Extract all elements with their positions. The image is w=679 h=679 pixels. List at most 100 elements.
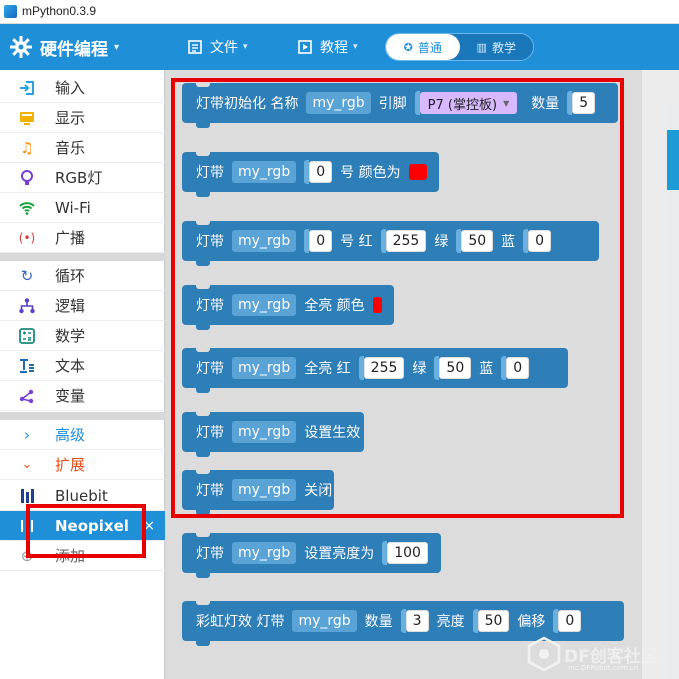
category-variable[interactable]: 变量 (0, 381, 165, 411)
count-slot: 5 (567, 91, 596, 115)
normal-mode-button[interactable]: ✪ 普通 (386, 34, 460, 60)
category-input[interactable]: 输入 (0, 73, 165, 103)
tutorial-icon (296, 38, 314, 56)
bluebit-icon (16, 485, 38, 507)
green-slot: 50 (456, 229, 494, 253)
category-rgb[interactable]: RGB灯 (0, 163, 165, 193)
block-text: 数量 (364, 614, 393, 630)
text-icon (16, 355, 38, 377)
red-input[interactable]: 255 (363, 357, 405, 379)
index-input[interactable]: 0 (309, 161, 333, 183)
count-input[interactable]: 3 (405, 610, 429, 632)
index-input[interactable]: 0 (309, 230, 333, 252)
category-sidebar: 输入 显示 ♫ 音乐 RGB灯 Wi-Fi (•) 广播 ↻ 循环 逻辑 数学 … (0, 70, 165, 679)
panel-scrollbar[interactable] (667, 130, 679, 190)
category-extensions[interactable]: ⌄ 扩展 (0, 450, 165, 480)
variable-dropdown[interactable]: my_rgb (232, 230, 297, 252)
category-loop[interactable]: ↻ 循环 (0, 261, 165, 291)
mode-menu[interactable]: 硬件编程 ▾ (8, 33, 119, 61)
fill-color-block[interactable]: 灯带 my_rgb 全亮 颜色 (182, 284, 394, 330)
neopixel-init-block[interactable]: 灯带初始化 名称 my_rgb 引脚 P7 (掌控板) ▼ 数量 5 (182, 82, 618, 128)
category-label: 变量 (55, 387, 86, 405)
block-text: 关闭 (304, 483, 333, 499)
block-text: 灯带初始化 名称 (196, 96, 299, 112)
category-music[interactable]: ♫ 音乐 (0, 133, 165, 163)
category-label: 扩展 (55, 456, 86, 474)
slot-cap (414, 91, 420, 115)
brightness-input[interactable]: 100 (387, 542, 428, 564)
code-panel (667, 105, 679, 679)
teaching-mode-button[interactable]: ▥ 教学 (460, 34, 534, 60)
category-add[interactable]: ⊕ 添加 (0, 541, 165, 571)
variable-dropdown[interactable]: my_rgb (232, 542, 297, 564)
category-wifi[interactable]: Wi-Fi (0, 193, 165, 223)
green-input[interactable]: 50 (439, 357, 472, 379)
loop-icon: ↻ (20, 266, 34, 285)
sidebar-divider (0, 412, 165, 420)
set-pixel-rgb-block[interactable]: 灯带 my_rgb 0 号 红 255 绿 50 蓝 0 (182, 220, 599, 266)
red-slot: 255 (380, 229, 427, 253)
variable-dropdown[interactable]: my_rgb (232, 479, 297, 501)
red-input[interactable]: 255 (385, 230, 427, 252)
logic-icon (16, 295, 38, 317)
variable-dropdown[interactable]: my_rgb (232, 357, 297, 379)
offset-slot: 0 (553, 609, 582, 633)
variable-dropdown[interactable]: my_rgb (232, 421, 297, 443)
category-math[interactable]: 数学 (0, 321, 165, 351)
caret-down-icon: ▾ (243, 42, 248, 52)
normal-mode-label: 普通 (417, 40, 442, 55)
close-icon[interactable]: × (143, 518, 155, 534)
set-brightness-block[interactable]: 灯带 my_rgb 设置亮度为 100 (182, 532, 441, 578)
block-text: 灯带 (196, 546, 224, 562)
pin-dropdown[interactable]: P7 (掌控板) ▼ (419, 92, 518, 114)
watermark-brand: DF创客社区 (564, 646, 658, 667)
block-text: 设置亮度为 (304, 546, 375, 562)
watermark: DF创客社区 mc.DFRobot.com.cn (524, 634, 658, 674)
file-menu[interactable]: 文件 ▾ (186, 37, 248, 57)
variable-dropdown[interactable]: my_rgb (306, 92, 371, 114)
category-bluebit[interactable]: Bluebit (0, 481, 165, 511)
blue-input[interactable]: 0 (506, 357, 530, 379)
app-icon (4, 5, 17, 18)
wifi-icon (16, 197, 38, 219)
app-mode-title: 硬件编程 (40, 39, 108, 60)
category-broadcast[interactable]: (•) 广播 (0, 223, 165, 253)
count-input[interactable]: 5 (572, 92, 596, 114)
green-input[interactable]: 50 (461, 230, 494, 252)
category-display[interactable]: 显示 (0, 103, 165, 133)
slot-cap (400, 609, 406, 633)
variable-dropdown[interactable]: my_rgb (292, 610, 357, 632)
block-text: 绿 (412, 361, 427, 377)
color-picker[interactable] (408, 164, 427, 180)
variable-dropdown[interactable]: my_rgb (232, 294, 297, 316)
tutorial-menu[interactable]: 教程 ▾ (296, 37, 358, 57)
set-pixel-color-block[interactable]: 灯带 my_rgb 0 号 颜色为 (182, 151, 439, 197)
neopixel-icon (16, 515, 38, 537)
watermark-url: mc.DFRobot.com.cn (568, 664, 639, 672)
variable-dropdown[interactable]: my_rgb (232, 161, 297, 183)
input-icon (16, 77, 38, 99)
blue-input[interactable]: 0 (528, 230, 552, 252)
turn-off-block[interactable]: 灯带 my_rgb 关闭 (182, 469, 334, 515)
color-picker[interactable] (372, 297, 382, 313)
book-icon: ▥ (476, 40, 487, 54)
offset-input[interactable]: 0 (558, 610, 582, 632)
name-slot: my_rgb (232, 420, 297, 444)
category-label: Neopixel (55, 516, 129, 535)
block-text: 蓝 (479, 361, 494, 377)
df-logo-icon (527, 636, 561, 672)
show-block[interactable]: 灯带 my_rgb 设置生效 (182, 411, 364, 457)
block-text: 绿 (434, 234, 449, 250)
category-text[interactable]: 文本 (0, 351, 165, 381)
category-logic[interactable]: 逻辑 (0, 291, 165, 321)
block-text: 灯带 (196, 234, 224, 250)
pin-value: P7 (掌控板) (427, 97, 498, 113)
red-slot: 255 (358, 356, 405, 380)
category-advanced[interactable]: › 高级 (0, 420, 165, 450)
window-title-bar: mPython0.3.9 (0, 0, 679, 24)
brightness-input[interactable]: 50 (477, 610, 510, 632)
category-neopixel[interactable]: Neopixel × (0, 511, 165, 541)
fill-rgb-block[interactable]: 灯带 my_rgb 全亮 红 255 绿 50 蓝 0 (182, 347, 568, 393)
math-icon (16, 325, 38, 347)
music-icon: ♫ (20, 138, 34, 157)
